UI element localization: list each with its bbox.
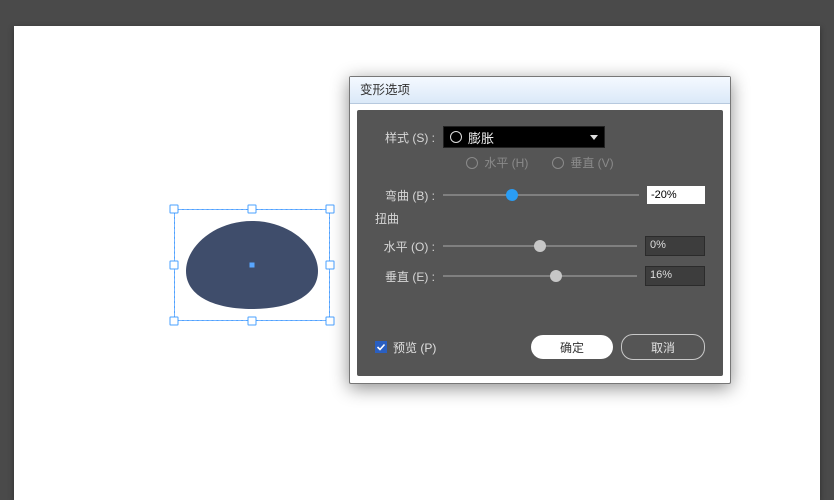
ok-label: 确定 bbox=[560, 339, 584, 356]
handle-n[interactable] bbox=[248, 205, 257, 214]
vertical-distort-row: 垂直 (E) : 16% bbox=[375, 266, 705, 286]
preview-label: 预览 (P) bbox=[393, 339, 436, 356]
radio-vertical[interactable]: 垂直 (V) bbox=[552, 154, 613, 171]
dialog-body: 样式 (S) : 膨胀 水平 (H) 垂直 (V) 弯曲 (B) : bbox=[357, 110, 723, 376]
handle-ne[interactable] bbox=[326, 205, 335, 214]
ok-button[interactable]: 确定 bbox=[531, 335, 613, 359]
bend-slider[interactable] bbox=[443, 194, 639, 196]
handle-w[interactable] bbox=[170, 261, 179, 270]
distort-section-label: 扭曲 bbox=[375, 210, 399, 227]
radio-circle-icon bbox=[466, 157, 478, 169]
preview-checkbox[interactable]: 预览 (P) bbox=[375, 339, 436, 356]
vert-thumb[interactable] bbox=[550, 270, 562, 282]
handle-se[interactable] bbox=[326, 317, 335, 326]
handle-e[interactable] bbox=[326, 261, 335, 270]
bend-value[interactable]: -20% bbox=[647, 186, 705, 204]
vert-slider[interactable] bbox=[443, 275, 637, 277]
bend-row: 弯曲 (B) : -20% bbox=[375, 186, 705, 204]
cancel-label: 取消 bbox=[651, 339, 675, 356]
checkbox-checked-icon bbox=[375, 341, 387, 353]
chevron-down-icon bbox=[590, 135, 598, 140]
style-value: 膨胀 bbox=[468, 128, 494, 147]
bend-thumb[interactable] bbox=[506, 189, 518, 201]
radio-horizontal[interactable]: 水平 (H) bbox=[466, 154, 528, 171]
radio-vertical-label: 垂直 (V) bbox=[570, 154, 613, 171]
horiz-thumb[interactable] bbox=[534, 240, 546, 252]
handle-sw[interactable] bbox=[170, 317, 179, 326]
style-label: 样式 (S) : bbox=[375, 129, 435, 146]
radio-horizontal-label: 水平 (H) bbox=[484, 154, 528, 171]
style-dropdown[interactable]: 膨胀 bbox=[443, 126, 605, 148]
orientation-row: 水平 (H) 垂直 (V) bbox=[375, 154, 705, 171]
horizontal-distort-row: 水平 (O) : 0% bbox=[375, 236, 705, 256]
bulge-icon bbox=[450, 131, 462, 143]
selection-center bbox=[250, 263, 255, 268]
horiz-value[interactable]: 0% bbox=[645, 236, 705, 256]
vert-label: 垂直 (E) : bbox=[375, 268, 435, 285]
cancel-button[interactable]: 取消 bbox=[621, 334, 705, 360]
dialog-footer: 预览 (P) 确定 取消 bbox=[375, 334, 705, 360]
horiz-label: 水平 (O) : bbox=[375, 238, 435, 255]
selection-bounding-box[interactable] bbox=[174, 209, 330, 321]
horiz-slider[interactable] bbox=[443, 245, 637, 247]
handle-s[interactable] bbox=[248, 317, 257, 326]
dialog-title[interactable]: 变形选项 bbox=[350, 77, 730, 104]
handle-nw[interactable] bbox=[170, 205, 179, 214]
radio-circle-icon bbox=[552, 157, 564, 169]
bend-label: 弯曲 (B) : bbox=[375, 187, 435, 204]
warp-options-dialog: 变形选项 样式 (S) : 膨胀 水平 (H) 垂直 (V) 弯曲 bbox=[349, 76, 731, 384]
style-row: 样式 (S) : 膨胀 bbox=[375, 126, 705, 148]
vert-value[interactable]: 16% bbox=[645, 266, 705, 286]
